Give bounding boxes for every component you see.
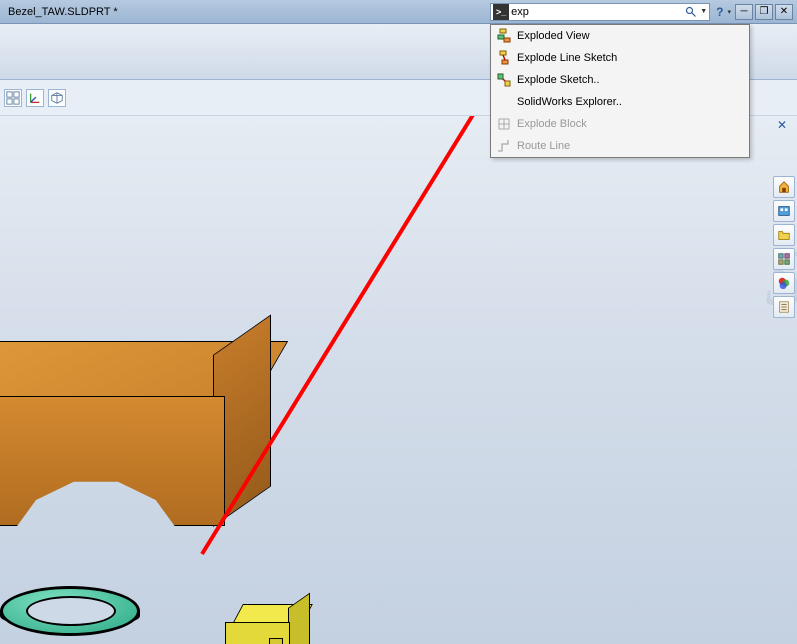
model-orange-bezel xyxy=(0,341,290,551)
restore-button[interactable]: ❐ xyxy=(755,4,773,20)
help-icon[interactable]: ? xyxy=(716,5,723,19)
dropdown-item-explode-line-sketch[interactable]: Explode Line Sketch xyxy=(491,47,749,69)
dropdown-item-route-line: Route Line xyxy=(491,135,749,157)
explode-block-icon xyxy=(491,116,517,132)
search-icon[interactable] xyxy=(682,4,700,20)
command-search-prefix-icon: >_ xyxy=(493,4,509,20)
model-green-ring xyxy=(0,586,140,644)
dropdown-item-label: Explode Sketch.. xyxy=(517,74,749,86)
help-dropdown-arrow-icon[interactable]: ▾ xyxy=(727,8,733,16)
dropdown-item-label: Explode Block xyxy=(517,118,749,130)
dropdown-item-label: SolidWorks Explorer.. xyxy=(517,96,749,108)
command-search-box[interactable]: >_ ▼ xyxy=(490,3,710,21)
close-button[interactable]: ✕ xyxy=(775,4,793,20)
file-explorer-icon[interactable] xyxy=(773,224,795,246)
coordinate-system-icon[interactable] xyxy=(26,89,44,107)
viewport-close-icon[interactable]: ✕ xyxy=(773,118,791,132)
feature-tree-icon[interactable] xyxy=(4,89,22,107)
document-title: Bezel_TAW.SLDPRT * xyxy=(4,6,118,18)
solidworks-resources-icon[interactable] xyxy=(773,176,795,198)
minimize-button[interactable]: ─ xyxy=(735,4,753,20)
dropdown-item-explode-block: Explode Block xyxy=(491,113,749,135)
dropdown-item-label: Route Line xyxy=(517,140,749,152)
custom-properties-icon[interactable] xyxy=(773,296,795,318)
dropdown-item-explode-sketch[interactable]: Explode Sketch.. xyxy=(491,69,749,91)
model-yellow-block xyxy=(225,604,315,644)
dropdown-item-exploded-view[interactable]: Exploded View xyxy=(491,25,749,47)
appearances-icon[interactable] xyxy=(773,272,795,294)
dropdown-item-label: Explode Line Sketch xyxy=(517,52,749,64)
task-pane-toolbar xyxy=(773,176,797,318)
dropdown-item-solidworks-explorer[interactable]: SolidWorks Explorer.. xyxy=(491,91,749,113)
isometric-view-icon[interactable] xyxy=(48,89,66,107)
view-palette-icon[interactable] xyxy=(773,248,795,270)
route-line-icon xyxy=(491,138,517,154)
dropdown-item-label: Exploded View xyxy=(517,30,749,42)
exploded-view-icon xyxy=(491,28,517,44)
viewport-3d[interactable]: ✕ S xyxy=(0,116,797,644)
command-search-input[interactable] xyxy=(511,4,682,20)
explode-line-sketch-icon xyxy=(491,50,517,66)
design-library-icon[interactable] xyxy=(773,200,795,222)
search-dropdown-arrow-icon[interactable]: ▼ xyxy=(700,8,709,15)
command-search-dropdown: Exploded View Explode Line Sketch Explod… xyxy=(490,24,750,158)
explode-sketch-icon xyxy=(491,72,517,88)
